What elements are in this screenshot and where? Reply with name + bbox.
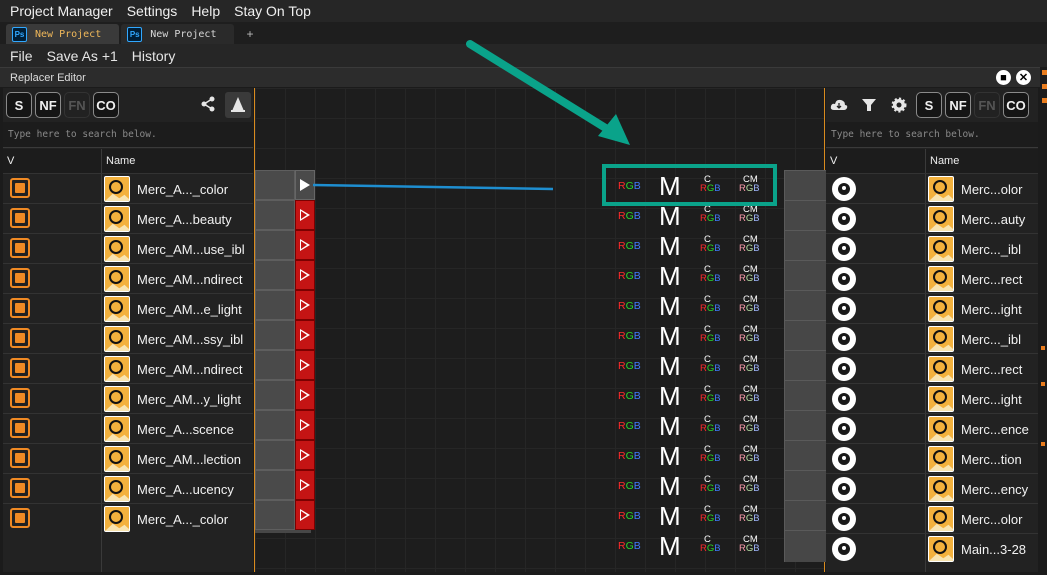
layer-name: Merc...tion (961, 452, 1022, 467)
layer-thumbnail-icon (928, 416, 954, 442)
eye-icon[interactable] (832, 447, 856, 471)
layer-thumbnail-icon (928, 356, 954, 382)
replacement-row[interactable]: Merc..._ibl (826, 233, 1038, 263)
eye-icon[interactable] (832, 507, 856, 531)
layer-name: Merc...rect (961, 362, 1023, 377)
layer-name: Merc..._ibl (961, 332, 1021, 347)
eye-icon[interactable] (832, 237, 856, 261)
eye-icon[interactable] (832, 537, 856, 561)
layer-name: Merc...olor (961, 182, 1023, 197)
layer-name: Merc...ight (961, 302, 1022, 317)
replacement-row[interactable]: Merc...ight (826, 383, 1038, 413)
layer-thumbnail-icon (928, 296, 954, 322)
replacement-row[interactable]: Merc...auty (826, 203, 1038, 233)
cloud-icon[interactable] (826, 92, 852, 118)
layer-thumbnail-icon (928, 446, 954, 472)
edge-marker (1041, 382, 1045, 386)
layer-name: Merc..._ibl (961, 242, 1021, 257)
right-column-header: V Name (826, 149, 1038, 173)
replacement-row[interactable]: Merc..._ibl (826, 323, 1038, 353)
layer-thumbnail-icon (928, 536, 954, 562)
layer-thumbnail-icon (928, 506, 954, 532)
eye-icon[interactable] (832, 267, 856, 291)
layer-name: Merc...ight (961, 392, 1022, 407)
eye-icon[interactable] (832, 357, 856, 381)
replacement-row[interactable]: Merc...olor (826, 173, 1038, 203)
layer-thumbnail-icon (928, 176, 954, 202)
filter-icon[interactable] (856, 92, 882, 118)
layer-thumbnail-icon (928, 236, 954, 262)
eye-icon[interactable] (832, 417, 856, 441)
replacement-row[interactable]: Merc...tion (826, 443, 1038, 473)
highlight-box (602, 164, 777, 206)
layer-name: Merc...rect (961, 272, 1023, 287)
filter-s-button[interactable]: S (916, 92, 942, 118)
layer-thumbnail-icon (928, 386, 954, 412)
layer-name: Merc...ency (961, 482, 1029, 497)
eye-icon[interactable] (832, 297, 856, 321)
eye-icon[interactable] (832, 477, 856, 501)
layer-name: Main...3-28 (961, 542, 1027, 557)
layer-thumbnail-icon (928, 326, 954, 352)
replacement-row[interactable]: Merc...ency (826, 473, 1038, 503)
replacement-row[interactable]: Merc...olor (826, 503, 1038, 533)
column-name: Name (930, 155, 960, 167)
replacement-layers-panel: S NF FN CO Type here to search below. V … (826, 88, 1038, 572)
layer-name: Merc...olor (961, 512, 1023, 527)
replacement-row[interactable]: Merc...ight (826, 293, 1038, 323)
replacement-row[interactable]: Merc...ence (826, 413, 1038, 443)
filter-fn-button[interactable]: FN (974, 92, 1000, 118)
layer-thumbnail-icon (928, 206, 954, 232)
edge-marker (1041, 346, 1045, 350)
eye-icon[interactable] (832, 207, 856, 231)
eye-icon[interactable] (832, 177, 856, 201)
layer-thumbnail-icon (928, 266, 954, 292)
right-search-input[interactable]: Type here to search below. (826, 122, 1038, 148)
column-v: V (830, 155, 838, 167)
eye-icon[interactable] (832, 327, 856, 351)
replacement-row[interactable]: Merc...rect (826, 353, 1038, 383)
layer-name: Merc...ence (961, 422, 1029, 437)
gear-icon[interactable] (886, 92, 912, 118)
replacement-row[interactable]: Merc...rect (826, 263, 1038, 293)
replacement-row[interactable]: Main...3-28 (826, 533, 1038, 563)
eye-icon[interactable] (832, 387, 856, 411)
right-filter-toolbar: S NF FN CO (916, 92, 1029, 118)
filter-nf-button[interactable]: NF (945, 92, 971, 118)
layer-name: Merc...auty (961, 212, 1026, 227)
filter-co-button[interactable]: CO (1003, 92, 1029, 118)
edge-marker (1041, 442, 1045, 446)
layer-thumbnail-icon (928, 476, 954, 502)
